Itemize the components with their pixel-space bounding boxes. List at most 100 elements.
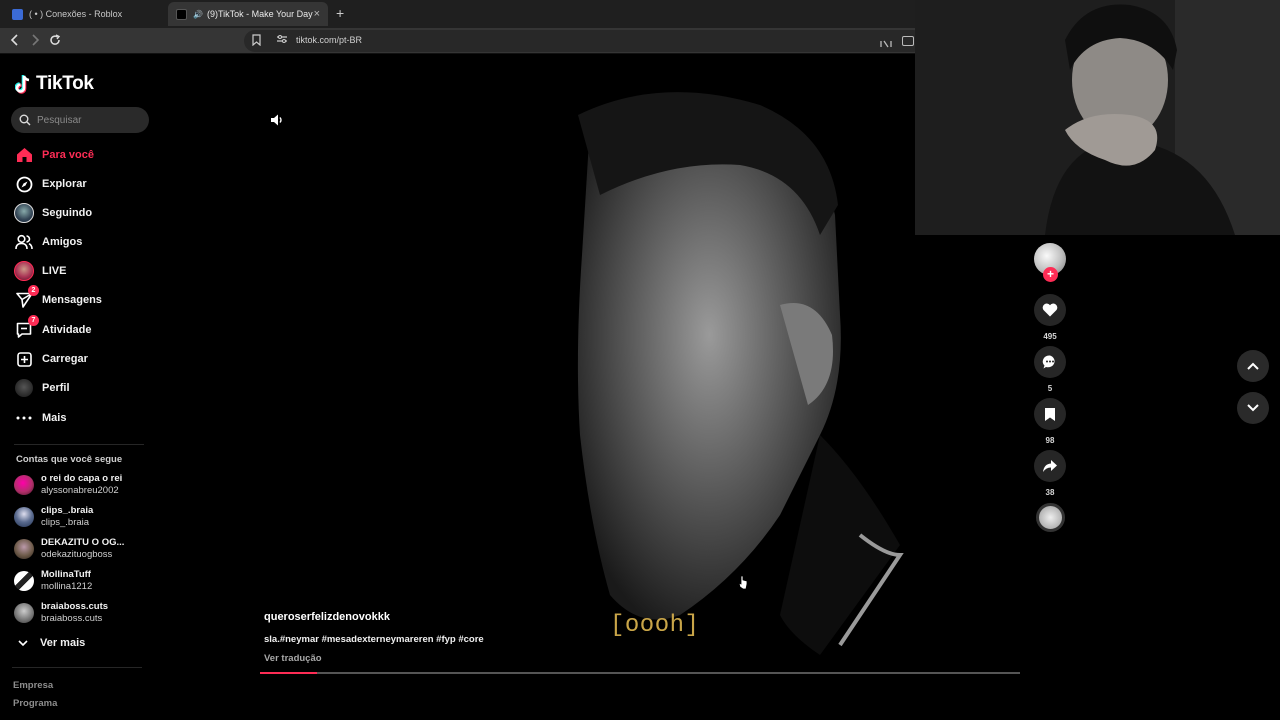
chevron-down-icon [1247, 404, 1259, 412]
share-action[interactable]: 38 [1034, 450, 1066, 497]
nav-activity[interactable]: 7 Atividade [14, 315, 144, 341]
divider [14, 444, 144, 445]
following-section-title: Contas que você segue [16, 454, 123, 465]
nav-label: Perfil [42, 382, 70, 394]
previous-video-button[interactable] [1237, 350, 1269, 382]
nav-messages[interactable]: 2 Mensagens [14, 285, 144, 311]
video-progress-fill [260, 672, 317, 674]
site-info-icon[interactable] [276, 34, 288, 46]
nav-for-you[interactable]: Para você [14, 144, 144, 166]
comment-button[interactable] [1034, 346, 1066, 378]
see-more-button[interactable]: Ver mais [18, 637, 85, 649]
like-button[interactable] [1034, 294, 1066, 326]
tiktok-logo[interactable]: TikTok [15, 73, 94, 95]
browser-tab-tiktok[interactable]: 🔊 (9)TikTok - Make Your Day × [168, 2, 328, 26]
messages-badge: 2 [28, 285, 39, 296]
video-author[interactable]: queroserfelizdenovokkk [264, 611, 390, 623]
nav-label: LIVE [42, 265, 67, 277]
search-box[interactable] [11, 107, 149, 133]
avatar [14, 507, 34, 527]
save-count: 98 [1045, 436, 1055, 445]
following-account[interactable]: braiaboss.cuts braiaboss.cuts [14, 601, 154, 625]
more-icon [14, 408, 34, 428]
next-video-button[interactable] [1237, 392, 1269, 424]
share-icon [1043, 460, 1057, 472]
upload-icon [14, 349, 34, 369]
nav-label: Seguindo [42, 207, 93, 219]
close-tab-icon[interactable]: × [314, 8, 320, 20]
nav-label: Explorar [42, 178, 87, 190]
divider [12, 667, 142, 668]
live-avatar-icon [14, 261, 34, 281]
nav-more[interactable]: Mais [14, 407, 144, 429]
browser-tab-roblox[interactable]: ( • ) Conexões - Roblox [4, 2, 164, 26]
forward-arrow-icon[interactable] [26, 32, 44, 50]
avatar [14, 603, 34, 623]
nav-live[interactable]: LIVE [14, 260, 144, 282]
video-progress-bar[interactable] [260, 672, 1020, 674]
back-arrow-icon[interactable] [6, 32, 24, 50]
save-button[interactable] [1034, 398, 1066, 430]
nav-following[interactable]: Seguindo [14, 202, 144, 224]
comment-action[interactable]: 5 [1034, 346, 1066, 393]
account-name: DEKAZITU O OG... [41, 537, 125, 548]
video-player[interactable]: [oooh] [260, 55, 1020, 675]
comment-icon [1042, 355, 1055, 369]
like-count: 495 [1043, 332, 1057, 341]
nav-explore[interactable]: Explorar [14, 173, 144, 195]
footer-link-program[interactable]: Programa [13, 698, 57, 709]
cast-icon[interactable] [902, 36, 914, 46]
webcam-feed [915, 0, 1280, 235]
heart-icon [1042, 303, 1058, 317]
like-action[interactable]: 495 [1034, 294, 1066, 341]
nav-label: Atividade [42, 324, 92, 336]
footer-link-company[interactable]: Empresa [13, 680, 53, 691]
comment-count: 5 [1047, 384, 1053, 393]
bookmark-icon [1045, 407, 1055, 421]
compass-icon [14, 174, 34, 194]
inbox-icon: 7 [14, 315, 39, 340]
following-account[interactable]: o rei do capa o rei alyssonabreu2002 [14, 473, 154, 497]
chevron-down-icon [18, 639, 28, 646]
avatar [14, 539, 34, 559]
tab-title: ( • ) Conexões - Roblox [29, 9, 123, 19]
share-button[interactable] [1034, 450, 1066, 482]
following-account[interactable]: DEKAZITU O OG... odekazituogboss [14, 537, 154, 561]
tab-audio-icon[interactable]: 🔊 [193, 10, 203, 19]
search-input[interactable] [37, 114, 137, 126]
account-handle: mollina1212 [41, 581, 93, 592]
webcam-overlay [915, 0, 1280, 235]
address-bar[interactable]: tiktok.com/pt-BR [244, 30, 924, 52]
chevron-up-icon [1247, 362, 1259, 370]
new-tab-button[interactable]: + [336, 5, 344, 21]
save-action[interactable]: 98 [1034, 398, 1066, 445]
home-icon [14, 145, 34, 165]
account-name: MollinaTuff [41, 569, 91, 580]
video-frame [577, 92, 904, 655]
nav-upload[interactable]: Carregar [14, 348, 144, 370]
tracking-off-icon[interactable] [880, 36, 892, 48]
sound-disc-icon[interactable] [1036, 503, 1065, 532]
url-text: tiktok.com/pt-BR [296, 35, 363, 45]
profile-avatar-icon [14, 378, 34, 398]
bookmark-icon[interactable] [252, 34, 261, 49]
nav-profile[interactable]: Perfil [14, 377, 144, 399]
activity-badge: 7 [28, 315, 39, 326]
nav-friends[interactable]: Amigos [14, 231, 144, 253]
video-description: sla.#neymar #mesadexterneymareren #fyp #… [264, 634, 484, 645]
reload-icon[interactable] [46, 32, 64, 50]
friends-icon [14, 232, 34, 252]
following-avatar-icon [14, 203, 34, 223]
following-account[interactable]: clips_.braia clips_.braia [14, 505, 154, 529]
see-translation-link[interactable]: Ver tradução [264, 653, 322, 664]
share-count: 38 [1045, 488, 1055, 497]
tab-title: (9)TikTok - Make Your Day [206, 9, 313, 19]
account-name: clips_.braia [41, 505, 94, 516]
volume-icon[interactable] [270, 113, 284, 127]
account-handle: alyssonabreu2002 [41, 485, 119, 496]
nav-label: Mais [42, 412, 67, 424]
follow-plus-icon[interactable]: + [1043, 267, 1058, 282]
account-handle: braiaboss.cuts [41, 613, 103, 624]
tiktok-note-icon [15, 75, 30, 94]
following-account[interactable]: MollinaTuff mollina1212 [14, 569, 154, 593]
